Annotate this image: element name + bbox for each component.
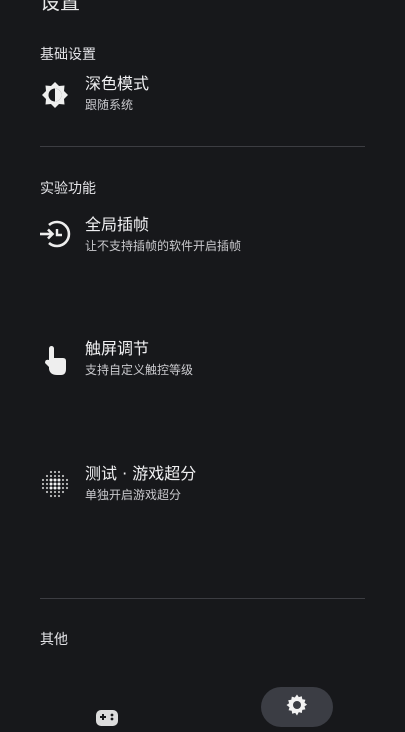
touch-adjust-title: 触屏调节 [85,339,150,358]
frame-interpolation-icon [38,217,72,251]
section-header-other: 其他 [40,632,68,648]
section-header-experimental: 实验功能 [40,181,96,197]
game-upscale-item[interactable]: 测试 · 游戏超分 单独开启游戏超分 [0,464,405,510]
dark-mode-title: 深色模式 [85,74,150,93]
frame-interpolation-title: 全局插帧 [85,215,150,234]
dark-mode-item[interactable]: 深色模式 跟随系统 [0,74,405,120]
gamepad-icon[interactable] [94,708,120,728]
bottom-nav [0,680,405,727]
brightness-auto-icon [38,78,72,112]
section-header-basic: 基础设置 [40,47,96,63]
divider-1 [40,146,365,147]
dark-mode-subtitle: 跟随系统 [85,98,134,112]
touch-adjust-item[interactable]: 触屏调节 支持自定义触控等级 [0,339,405,385]
frame-interpolation-item[interactable]: 全局插帧 让不支持插帧的软件开启插帧 [0,215,405,261]
gear-icon [285,693,309,727]
divider-2 [40,598,365,599]
frame-interpolation-subtitle: 让不支持插帧的软件开启插帧 [85,239,242,253]
touch-hand-icon [38,343,72,377]
nav-settings-button[interactable] [261,687,333,727]
page-title: 设置 [40,0,80,14]
dot-grid-icon [38,467,72,501]
game-upscale-title: 测试 · 游戏超分 [85,464,197,483]
game-upscale-subtitle: 单独开启游戏超分 [85,488,182,502]
touch-adjust-subtitle: 支持自定义触控等级 [85,363,194,377]
